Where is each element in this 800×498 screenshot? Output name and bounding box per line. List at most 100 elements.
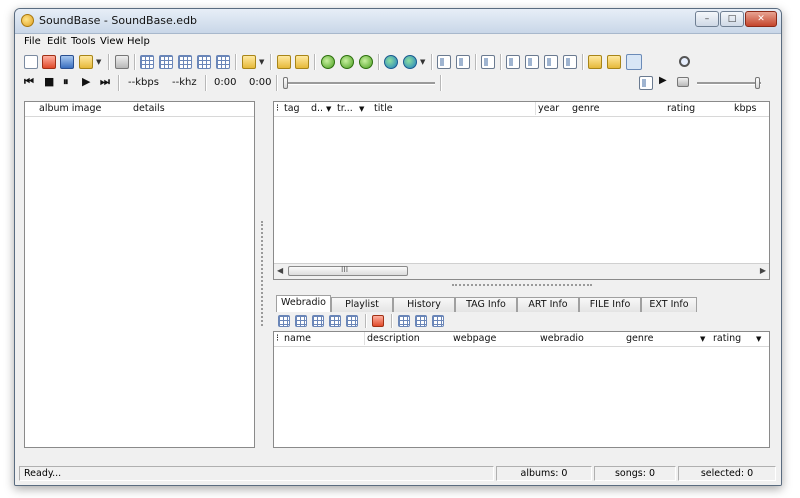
new-icon[interactable] (24, 55, 38, 69)
refresh-list-icon[interactable] (432, 315, 444, 327)
tab-history[interactable]: History (393, 297, 455, 312)
grid-refresh-icon[interactable] (216, 55, 230, 69)
column-rating-sort-icon[interactable]: ▼ (756, 335, 761, 343)
column-rating[interactable]: rating (713, 333, 741, 344)
menu-edit[interactable]: Edit (47, 36, 66, 47)
tab-ext-info[interactable]: EXT Info (641, 297, 697, 312)
folder-icon[interactable] (277, 55, 291, 69)
panel-3-icon[interactable] (525, 55, 539, 69)
column-track-sort-icon[interactable]: ▼ (359, 105, 364, 113)
minimize-button[interactable]: – (695, 11, 719, 27)
seek-slider[interactable] (283, 77, 288, 89)
maximize-button[interactable]: □ (720, 11, 744, 27)
menu-help[interactable]: Help (127, 36, 150, 47)
toolbar-separator (235, 54, 237, 70)
grid-delete-icon[interactable] (178, 55, 192, 69)
settings-icon[interactable] (115, 55, 129, 69)
column-disc-sort-icon[interactable]: ▼ (326, 105, 331, 113)
scroll-right-icon[interactable]: ▶ (760, 266, 766, 275)
previous-button[interactable]: ⏮ (24, 75, 34, 89)
pause-button[interactable]: ⏸ (63, 75, 69, 89)
import-icon[interactable] (588, 55, 602, 69)
edit-station-icon[interactable] (295, 315, 307, 327)
tab-playlist[interactable]: Playlist (331, 297, 393, 312)
stop-button[interactable]: ■ (44, 75, 54, 88)
column-webpage[interactable]: webpage (453, 333, 496, 344)
grid-edit-icon[interactable] (159, 55, 173, 69)
folder-open-icon[interactable] (79, 55, 93, 69)
dropdown-icon[interactable]: ▼ (96, 58, 101, 66)
column-track[interactable]: tr... (337, 103, 353, 114)
tab-art-info[interactable]: ART Info (517, 297, 579, 312)
toolbar-separator (270, 54, 272, 70)
panel-4-icon[interactable] (544, 55, 558, 69)
save-icon[interactable] (60, 55, 74, 69)
columns-menu-icon[interactable]: ⁝ (276, 103, 279, 114)
globe-blue-icon[interactable] (403, 55, 417, 69)
menu-file[interactable]: File (24, 36, 41, 47)
add-station-icon[interactable] (278, 315, 290, 327)
toolbar-separator (431, 54, 433, 70)
delete-station-icon[interactable] (329, 315, 341, 327)
globe-dropdown-icon[interactable]: ▼ (420, 58, 425, 66)
column-album-image[interactable]: album image (39, 103, 101, 114)
column-rating[interactable]: rating (667, 103, 695, 114)
webradio-columns-menu-icon[interactable]: ⁝ (276, 333, 279, 344)
window-icon[interactable] (437, 55, 451, 69)
song-list-hscrollbar[interactable]: ◀ III ▶ (274, 263, 769, 279)
column-webradio[interactable]: webradio (540, 333, 584, 344)
play-button[interactable]: ▶ (82, 75, 90, 88)
globe-icon[interactable] (384, 55, 398, 69)
import-list-icon[interactable] (398, 315, 410, 327)
folder-up-icon[interactable] (295, 55, 309, 69)
play-mode-icon[interactable]: ▶ (659, 75, 667, 86)
panel-5-icon[interactable] (563, 55, 577, 69)
menu-tools[interactable]: Tools (71, 36, 96, 47)
list-view-icon[interactable] (639, 76, 653, 90)
column-year[interactable]: year (538, 103, 559, 114)
tab-file-info[interactable]: FILE Info (579, 297, 641, 312)
panel-icon[interactable] (481, 55, 495, 69)
tab-webradio[interactable]: Webradio (276, 295, 331, 312)
vertical-splitter[interactable] (261, 221, 265, 326)
seek-track[interactable] (285, 82, 435, 85)
volume-slider[interactable] (755, 77, 760, 89)
column-title[interactable]: title (374, 103, 393, 114)
panel-left-icon[interactable] (456, 55, 470, 69)
column-description[interactable]: description (367, 333, 420, 344)
speaker-dropdown-icon[interactable]: ▼ (259, 58, 264, 66)
column-genre[interactable]: genre (626, 333, 653, 344)
panel-2-icon[interactable] (506, 55, 520, 69)
column-tag[interactable]: tag (284, 103, 300, 114)
grid-icon[interactable] (197, 55, 211, 69)
scroll-left-icon[interactable]: ◀ (277, 266, 283, 275)
column-disc[interactable]: d.. (311, 103, 323, 114)
equalizer-icon[interactable] (677, 77, 689, 87)
search-icon[interactable] (679, 56, 690, 67)
check-green-icon[interactable] (321, 55, 335, 69)
column-genre[interactable]: genre (572, 103, 599, 114)
close-button[interactable]: ✕ (745, 11, 777, 27)
check-delete-icon[interactable] (359, 55, 373, 69)
speaker-icon[interactable] (242, 55, 256, 69)
column-genre-sort-icon[interactable]: ▼ (700, 335, 705, 343)
station-grid-icon[interactable] (346, 315, 358, 327)
column-kbps[interactable]: kbps (734, 103, 757, 114)
export-icon[interactable] (607, 55, 621, 69)
check-refresh-icon[interactable] (340, 55, 354, 69)
copy-station-icon[interactable] (312, 315, 324, 327)
export-list-icon[interactable] (415, 315, 427, 327)
grid-add-icon[interactable] (140, 55, 154, 69)
scroll-thumb[interactable]: III (288, 265, 408, 276)
next-button[interactable]: ⏭ (100, 75, 110, 89)
column-divider (364, 332, 365, 345)
tab-tag-info[interactable]: TAG Info (455, 297, 517, 312)
column-details[interactable]: details (133, 103, 165, 114)
volume-track[interactable] (697, 82, 761, 85)
horizontal-splitter[interactable] (452, 284, 592, 288)
menu-view[interactable]: View (100, 36, 124, 47)
column-name[interactable]: name (284, 333, 311, 344)
open-red-icon[interactable] (42, 55, 56, 69)
toggle-view-icon[interactable] (626, 54, 642, 70)
remove-icon[interactable] (372, 315, 384, 327)
